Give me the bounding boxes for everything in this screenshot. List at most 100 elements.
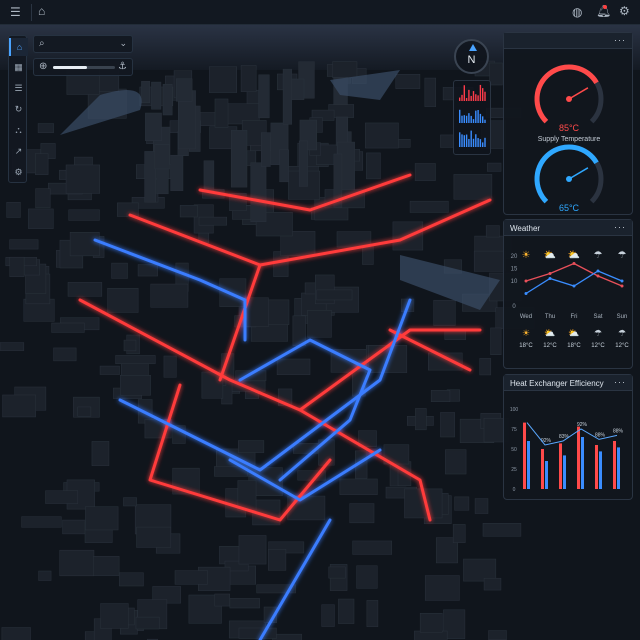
- sidebar-item-layers[interactable]: ☰: [9, 79, 28, 97]
- gear-icon[interactable]: ⚙: [619, 5, 630, 17]
- building: [68, 209, 100, 221]
- sidebar-item-network[interactable]: ⛬: [9, 121, 28, 139]
- building: [454, 496, 470, 511]
- layers-icon: ☰: [14, 82, 23, 93]
- building: [0, 342, 25, 351]
- mini-bar: [468, 113, 470, 123]
- efficiency-label: 83%: [559, 434, 570, 440]
- bar-blue: [545, 461, 548, 489]
- chart-icon: ↗: [14, 145, 23, 156]
- sidebar-item-grid[interactable]: ▦: [9, 58, 28, 76]
- building: [292, 315, 306, 346]
- mini-bar: [482, 142, 484, 147]
- efficiency-panel: Heat Exchanger Efficiency ··· 100 75 50 25 0 9…: [503, 374, 633, 500]
- building: [150, 283, 189, 308]
- compass[interactable]: N: [454, 39, 489, 74]
- rain-icon: ☂: [618, 328, 626, 338]
- building: [419, 613, 443, 633]
- sidebar-item-home[interactable]: ⌂: [9, 38, 28, 56]
- efficiency-label: 92%: [541, 438, 552, 444]
- search-dropdown[interactable]: ⌕ ⌄: [33, 35, 133, 53]
- data-point: [596, 269, 600, 273]
- mini-bar: [461, 94, 463, 101]
- rain-icon: ☂: [594, 250, 603, 261]
- building: [117, 202, 139, 217]
- mini-bar: [472, 119, 475, 123]
- tower: [261, 132, 271, 167]
- tower: [282, 68, 292, 125]
- sidebar-item-settings[interactable]: ⚙: [9, 163, 28, 181]
- rain-icon: ☂: [618, 250, 627, 261]
- divider: [31, 4, 32, 21]
- home-icon[interactable]: ⌂: [38, 5, 45, 17]
- building: [485, 225, 500, 238]
- building: [21, 516, 62, 528]
- mini-bar: [468, 89, 470, 101]
- zoom-icon: ⊕: [39, 61, 48, 72]
- tower: [170, 154, 184, 191]
- building: [487, 162, 502, 172]
- search-input[interactable]: [52, 38, 116, 51]
- gauge-fill: [534, 64, 599, 124]
- building: [123, 497, 137, 507]
- sidebar-item-chart[interactable]: ↗: [9, 142, 28, 160]
- hamburger-icon[interactable]: ☰: [10, 6, 21, 18]
- building: [198, 216, 227, 226]
- mini-bar: [484, 91, 486, 101]
- zoom-slider[interactable]: [53, 66, 115, 69]
- building: [1, 627, 31, 640]
- tower: [250, 162, 267, 223]
- building: [93, 556, 120, 576]
- tower: [154, 144, 170, 170]
- efficiency-label: 92%: [577, 422, 588, 428]
- mini-bar: [482, 116, 484, 123]
- building: [328, 566, 346, 579]
- chevron-down-icon[interactable]: ⌄: [119, 39, 127, 48]
- sidebar-item-refresh[interactable]: ↻: [9, 100, 28, 118]
- gauge-needle: [568, 87, 589, 100]
- gauge-hub: [566, 96, 572, 102]
- mini-bar: [465, 134, 468, 147]
- day-temp: 12°C: [543, 343, 557, 349]
- building: [35, 153, 49, 175]
- tower: [230, 130, 248, 188]
- building: [77, 406, 92, 417]
- grid-icon: ▦: [14, 61, 23, 72]
- y-tick: 75: [511, 427, 517, 433]
- building: [268, 549, 287, 571]
- more-options-icon[interactable]: ···: [614, 377, 626, 387]
- mini-bar: [463, 135, 465, 147]
- mini-bar: [477, 110, 479, 123]
- weather-panel: Weather ··· 20 15 10 0 ☀ ⛅ ⛅ ☂ ☂ Wed ☀ 18°C Thu ⛅ 12°C F…: [503, 219, 633, 369]
- building: [91, 441, 110, 466]
- building: [366, 152, 381, 180]
- building: [490, 327, 502, 356]
- building: [35, 188, 51, 209]
- building: [240, 65, 257, 92]
- tower: [203, 160, 215, 193]
- partly-cloudy-icon: ⛅: [544, 249, 556, 261]
- globe-icon[interactable]: ◍: [572, 6, 582, 18]
- building: [119, 572, 144, 587]
- building: [65, 164, 100, 194]
- building: [214, 593, 231, 607]
- north-arrow-icon: [469, 44, 477, 51]
- building: [163, 355, 177, 378]
- building: [339, 478, 378, 495]
- building: [483, 577, 502, 591]
- building: [137, 264, 158, 277]
- more-options-icon[interactable]: ···: [614, 222, 626, 232]
- rain-icon: ☂: [594, 328, 602, 338]
- tower: [279, 149, 289, 183]
- anchor-icon[interactable]: ⚓︎: [118, 62, 127, 72]
- partly-cloudy-icon: ⛅: [568, 249, 580, 261]
- building: [237, 480, 257, 511]
- more-options-icon[interactable]: ···: [614, 35, 626, 45]
- bar-red: [595, 445, 598, 489]
- y-tick: 15: [511, 267, 518, 273]
- building: [238, 627, 277, 639]
- building: [366, 600, 379, 627]
- mini-bar: [477, 95, 479, 101]
- bar-red: [613, 441, 616, 489]
- mini-charts-panel: [453, 80, 491, 155]
